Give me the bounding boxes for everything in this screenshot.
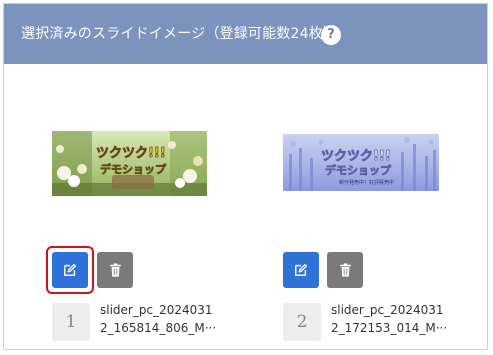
edit-icon	[64, 263, 77, 276]
trash-icon	[339, 263, 351, 277]
svg-text:デモショップ: デモショップ	[100, 162, 167, 176]
trash-icon	[109, 263, 121, 277]
edit-icon	[295, 263, 308, 276]
slide-filename-2: slider_pc_2024031 2_172153_014_M···	[331, 301, 451, 337]
filename-line-2: 2_165814_806_M···	[100, 321, 217, 335]
svg-text:ツクツク!!!: ツクツク!!!	[96, 146, 166, 161]
edit-button-2[interactable]	[283, 252, 319, 288]
edit-button-1[interactable]	[52, 252, 88, 288]
selected-slides-panel: 選択済みのスライドイメージ（登録可能数24枚） ? ツクツク!!! デモショップ…	[3, 3, 488, 350]
delete-button-1[interactable]	[97, 252, 133, 288]
filename-line-1: slider_pc_2024031	[331, 303, 444, 317]
help-icon[interactable]: ?	[321, 25, 341, 45]
slide-order-2: 2	[283, 303, 321, 341]
panel-title: 選択済みのスライドイメージ（登録可能数24枚）	[21, 26, 338, 42]
slide-thumbnail-1: ツクツク!!! デモショップ	[52, 131, 207, 196]
slide-thumbnail-2: ツクツク!!! デモショップ 新作発売中！好評販売中	[283, 134, 439, 191]
svg-text:デモショップ: デモショップ	[325, 163, 392, 177]
svg-text:新作発売中！好評販売中: 新作発売中！好評販売中	[339, 179, 394, 186]
filename-line-1: slider_pc_2024031	[100, 303, 213, 317]
panel-header: 選択済みのスライドイメージ（登録可能数24枚） ?	[4, 4, 487, 64]
slide-order-1: 1	[52, 303, 90, 341]
svg-text:ツクツク!!!: ツクツク!!!	[321, 149, 391, 164]
slide-filename-1: slider_pc_2024031 2_165814_806_M···	[100, 301, 220, 337]
delete-button-2[interactable]	[327, 252, 363, 288]
filename-line-2: 2_172153_014_M···	[331, 321, 448, 335]
